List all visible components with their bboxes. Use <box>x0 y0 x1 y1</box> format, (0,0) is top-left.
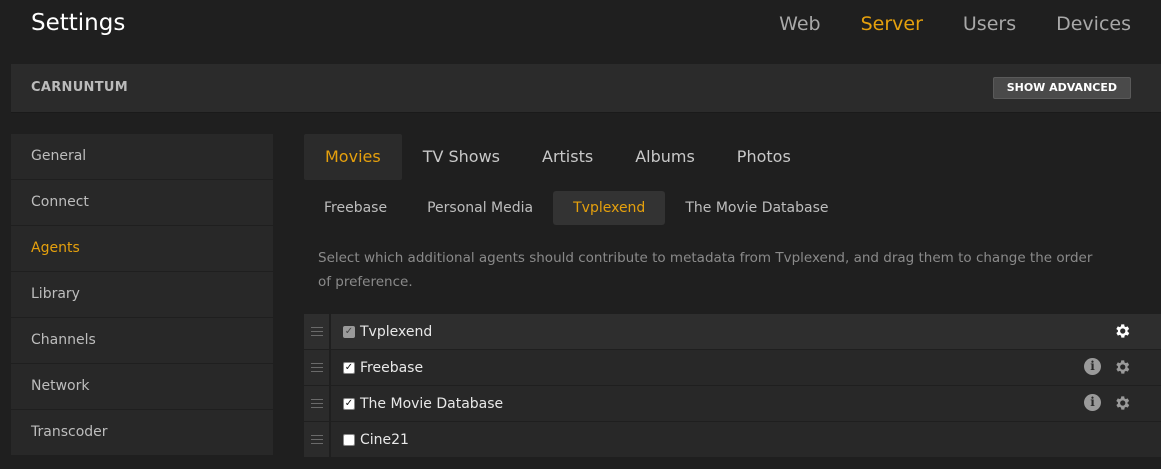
agent-row-body: Cine21 <box>331 422 1161 457</box>
list-item: ✓ Tvplexend <box>304 314 1161 349</box>
list-item: Cine21 <box>304 422 1161 457</box>
list-item: ✓ Freebase i <box>304 350 1161 385</box>
info-icon[interactable]: i <box>1084 394 1101 411</box>
server-bar: CARNUNTUM SHOW ADVANCED <box>11 64 1161 113</box>
top-nav: Web Server Users Devices <box>779 13 1131 35</box>
topnav-web[interactable]: Web <box>779 13 820 35</box>
drag-handle-icon[interactable] <box>304 350 329 385</box>
drag-handle-icon[interactable] <box>304 386 329 421</box>
agent-checkbox[interactable] <box>343 433 355 446</box>
topnav-devices[interactable]: Devices <box>1056 13 1131 35</box>
topnav-users[interactable]: Users <box>963 13 1016 35</box>
list-item: ✓ The Movie Database i <box>304 386 1161 421</box>
subtab-freebase[interactable]: Freebase <box>304 191 407 225</box>
gear-icon[interactable] <box>1113 358 1131 376</box>
agent-actions <box>1113 322 1131 340</box>
page-title: Settings <box>31 10 126 36</box>
agent-name: Cine21 <box>360 431 409 448</box>
sidebar-item-library[interactable]: Library <box>11 272 273 317</box>
subtab-personal-media[interactable]: Personal Media <box>407 191 553 225</box>
agent-row-body: ✓ Freebase i <box>331 350 1161 385</box>
subtab-the-movie-database[interactable]: The Movie Database <box>665 191 848 225</box>
tab-albums[interactable]: Albums <box>614 134 716 180</box>
agent-name: The Movie Database <box>360 395 504 412</box>
agents-description: Select which additional agents should co… <box>318 250 1093 290</box>
agent-checkbox[interactable]: ✓ <box>343 361 355 374</box>
gear-icon[interactable] <box>1113 322 1131 340</box>
tab-photos[interactable]: Photos <box>716 134 812 180</box>
agent-list: ✓ Tvplexend ✓ Freebase i ✓ The Movie Dat… <box>304 314 1161 458</box>
agent-subtabs: Freebase Personal Media Tvplexend The Mo… <box>304 191 849 225</box>
gear-icon[interactable] <box>1113 394 1131 412</box>
agent-checkbox: ✓ <box>343 325 355 338</box>
tab-movies[interactable]: Movies <box>304 134 402 180</box>
agent-actions: i <box>1084 358 1131 376</box>
agent-checkbox[interactable]: ✓ <box>343 397 355 410</box>
topnav-server[interactable]: Server <box>861 13 923 35</box>
tab-tv-shows[interactable]: TV Shows <box>402 134 521 180</box>
server-name: CARNUNTUM <box>31 80 128 95</box>
sidebar-item-agents[interactable]: Agents <box>11 226 273 271</box>
agent-row-body: ✓ Tvplexend <box>331 314 1161 349</box>
show-advanced-button[interactable]: SHOW ADVANCED <box>992 77 1131 99</box>
sidebar-item-network[interactable]: Network <box>11 364 273 409</box>
agent-name: Tvplexend <box>360 323 433 340</box>
top-bar: Settings Web Server Users Devices <box>0 0 1161 54</box>
agent-actions: i <box>1084 394 1131 412</box>
agent-name: Freebase <box>360 359 424 376</box>
info-icon[interactable]: i <box>1084 358 1101 375</box>
sidebar-item-general[interactable]: General <box>11 134 273 179</box>
tab-artists[interactable]: Artists <box>521 134 614 180</box>
sidebar-item-channels[interactable]: Channels <box>11 318 273 363</box>
sidebar: General Connect Agents Library Channels … <box>11 134 273 469</box>
library-type-tabs: Movies TV Shows Artists Albums Photos <box>304 134 812 180</box>
main-panel: Movies TV Shows Artists Albums Photos Fr… <box>304 134 1161 469</box>
agent-row-body: ✓ The Movie Database i <box>331 386 1161 421</box>
sidebar-item-connect[interactable]: Connect <box>11 180 273 225</box>
drag-handle-icon[interactable] <box>304 314 329 349</box>
subtab-tvplexend[interactable]: Tvplexend <box>553 191 666 225</box>
drag-handle-icon[interactable] <box>304 422 329 457</box>
sidebar-item-transcoder[interactable]: Transcoder <box>11 410 273 455</box>
